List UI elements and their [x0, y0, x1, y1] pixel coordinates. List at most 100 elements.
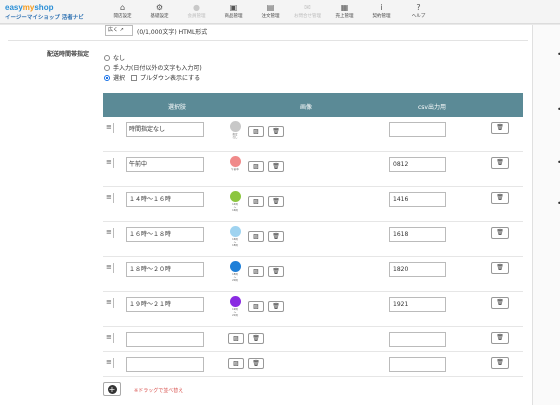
csv-input[interactable]: 1921	[389, 297, 446, 312]
thumbnail-circle	[229, 226, 241, 237]
drag-handle-icon[interactable]: ≡	[106, 124, 112, 131]
drag-divider	[113, 158, 114, 168]
delete-row-button[interactable]: 🗑	[491, 357, 509, 369]
option-name-input[interactable]: １４時～１６時	[126, 192, 204, 207]
trash-icon[interactable]: 🗑	[268, 231, 284, 242]
logo[interactable]: easymyshop イージーマイショップ 活者ナビ	[5, 3, 84, 21]
nav-item[interactable]: ▣ 商品管理	[215, 2, 252, 19]
delete-row-button[interactable]: 🗑	[491, 227, 509, 239]
options-table: 選択肢 画像 csv出力用 ≡ 時間指定なし 指定 なし ▨ 🗑 🗑 ≡ 午前中 午前中 ▨ 🗑 081…	[103, 93, 523, 377]
csv-input[interactable]	[389, 357, 446, 372]
nav-item[interactable]: ⌂ 開店設定	[104, 2, 141, 19]
add-row-button[interactable]: +	[103, 382, 121, 396]
nav-item[interactable]: ⚙ 基礎設定	[141, 2, 178, 19]
trash-icon[interactable]: 🗑	[268, 266, 284, 277]
delete-row-button[interactable]: 🗑	[491, 192, 509, 204]
trash-icon[interactable]: 🗑	[248, 333, 264, 344]
image-icon[interactable]: ▨	[248, 161, 264, 172]
drag-handle-icon[interactable]: ≡	[106, 194, 112, 201]
drag-handle-icon[interactable]: ≡	[106, 229, 112, 236]
table-row: ≡ １９時～２１時 19時～ 21時 ▨ 🗑 1921 🗑	[103, 292, 523, 327]
nav-item: ● 会員管理	[178, 2, 215, 19]
nav-item-label: 会員管理	[187, 14, 206, 19]
drag-divider	[113, 298, 114, 308]
mail-icon: ✉	[304, 3, 311, 12]
csv-input[interactable]	[389, 122, 446, 137]
thumbnail-circle	[229, 296, 241, 307]
table-header: 選択肢 画像 csv出力用	[103, 93, 523, 117]
option-name-input[interactable]	[126, 332, 204, 347]
nav-item[interactable]: ? ヘルプ	[400, 2, 437, 19]
table-row: ≡ １８時～２０時 18時～ 20時 ▨ 🗑 1820 🗑	[103, 257, 523, 292]
dropdown-checkbox[interactable]	[131, 74, 138, 81]
nav-item-label: 商品管理	[224, 14, 243, 19]
radio-icon-checked[interactable]	[104, 74, 110, 81]
thumbnail-circle	[229, 156, 241, 167]
option-name-input[interactable]: １８時～２０時	[126, 262, 204, 277]
image-icon[interactable]: ▨	[248, 126, 264, 137]
image-icon[interactable]: ▨	[248, 196, 264, 207]
drag-handle-icon[interactable]: ≡	[106, 159, 112, 166]
thumbnail-caption: 16時～ 18時	[232, 238, 238, 247]
divider	[8, 40, 528, 41]
nav-item[interactable]: ▦ 売上管理	[326, 2, 363, 19]
delete-row-button[interactable]: 🗑	[491, 122, 509, 134]
drag-handle-icon[interactable]: ≡	[106, 299, 112, 306]
trash-icon[interactable]: 🗑	[268, 196, 284, 207]
nav-item[interactable]: i 契約管理	[363, 2, 400, 19]
csv-input[interactable]: 1618	[389, 227, 446, 242]
trash-icon[interactable]: 🗑	[248, 358, 264, 369]
table-row: ≡ ▨ 🗑 🗑	[103, 327, 523, 352]
drag-divider	[113, 358, 114, 368]
option-image-thumbnail: 19時～ 21時	[228, 296, 242, 320]
image-icon[interactable]: ▨	[248, 231, 264, 242]
drag-handle-icon[interactable]: ≡	[106, 334, 112, 341]
option-name-input[interactable]: １９時～２１時	[126, 297, 204, 312]
delete-row-button[interactable]: 🗑	[491, 262, 509, 274]
radio-icon[interactable]	[104, 54, 110, 61]
radio-none[interactable]: なし	[104, 53, 125, 62]
trash-icon[interactable]: 🗑	[268, 161, 284, 172]
option-name-input[interactable]: １６時～１８時	[126, 227, 204, 242]
table-row: ≡ ▨ 🗑 🗑	[103, 352, 523, 377]
image-icon[interactable]: ▨	[248, 301, 264, 312]
option-name-input[interactable]	[126, 357, 204, 372]
thumbnail-caption: 午前中	[231, 168, 239, 171]
radio-manual[interactable]: 手入力(日付以外の文字も入力可)	[104, 63, 202, 72]
option-name-input[interactable]: 時間指定なし	[126, 122, 204, 137]
help-icon: ?	[416, 3, 421, 12]
csv-input[interactable]	[389, 332, 446, 347]
plus-icon: +	[107, 385, 117, 394]
info-icon: i	[380, 3, 383, 12]
trash-icon[interactable]: 🗑	[268, 301, 284, 312]
nav-item-label: 基礎設定	[150, 14, 169, 19]
trash-icon[interactable]: 🗑	[268, 126, 284, 137]
image-icon[interactable]: ▨	[228, 333, 244, 344]
drag-handle-icon[interactable]: ≡	[106, 359, 112, 366]
expand-button[interactable]: 広く ↗	[105, 25, 133, 36]
gift-icon: ▣	[229, 3, 238, 12]
logo-subtitle: イージーマイショップ 活者ナビ	[5, 15, 84, 21]
delete-row-button[interactable]: 🗑	[491, 332, 509, 344]
radio-icon[interactable]	[104, 64, 110, 71]
nav-item-label: 契約管理	[372, 14, 391, 19]
csv-input[interactable]: 1820	[389, 262, 446, 277]
option-image-thumbnail: 16時～ 18時	[228, 226, 242, 250]
option-name-input[interactable]: 午前中	[126, 157, 204, 172]
image-icon[interactable]: ▨	[228, 358, 244, 369]
nav-item[interactable]: ▤ 注文管理	[252, 2, 289, 19]
delete-row-button[interactable]: 🗑	[491, 297, 509, 309]
drag-handle-icon[interactable]: ≡	[106, 264, 112, 271]
delete-row-button[interactable]: 🗑	[491, 157, 509, 169]
option-image-thumbnail: 14時～ 16時	[228, 191, 242, 215]
option-image-thumbnail: 午前中	[228, 156, 242, 180]
header-csv: csv出力用	[418, 104, 446, 111]
radio-select[interactable]: 選択 プルダウン表示にする	[104, 73, 200, 82]
right-panel: • • • •	[532, 25, 560, 405]
image-icon[interactable]: ▨	[248, 266, 264, 277]
thumbnail-caption: 18時～ 20時	[232, 273, 238, 282]
csv-input[interactable]: 1416	[389, 192, 446, 207]
table-row: ≡ １６時～１８時 16時～ 18時 ▨ 🗑 1618 🗑	[103, 222, 523, 257]
csv-input[interactable]: 0812	[389, 157, 446, 172]
nav-item-label: 注文管理	[261, 14, 280, 19]
